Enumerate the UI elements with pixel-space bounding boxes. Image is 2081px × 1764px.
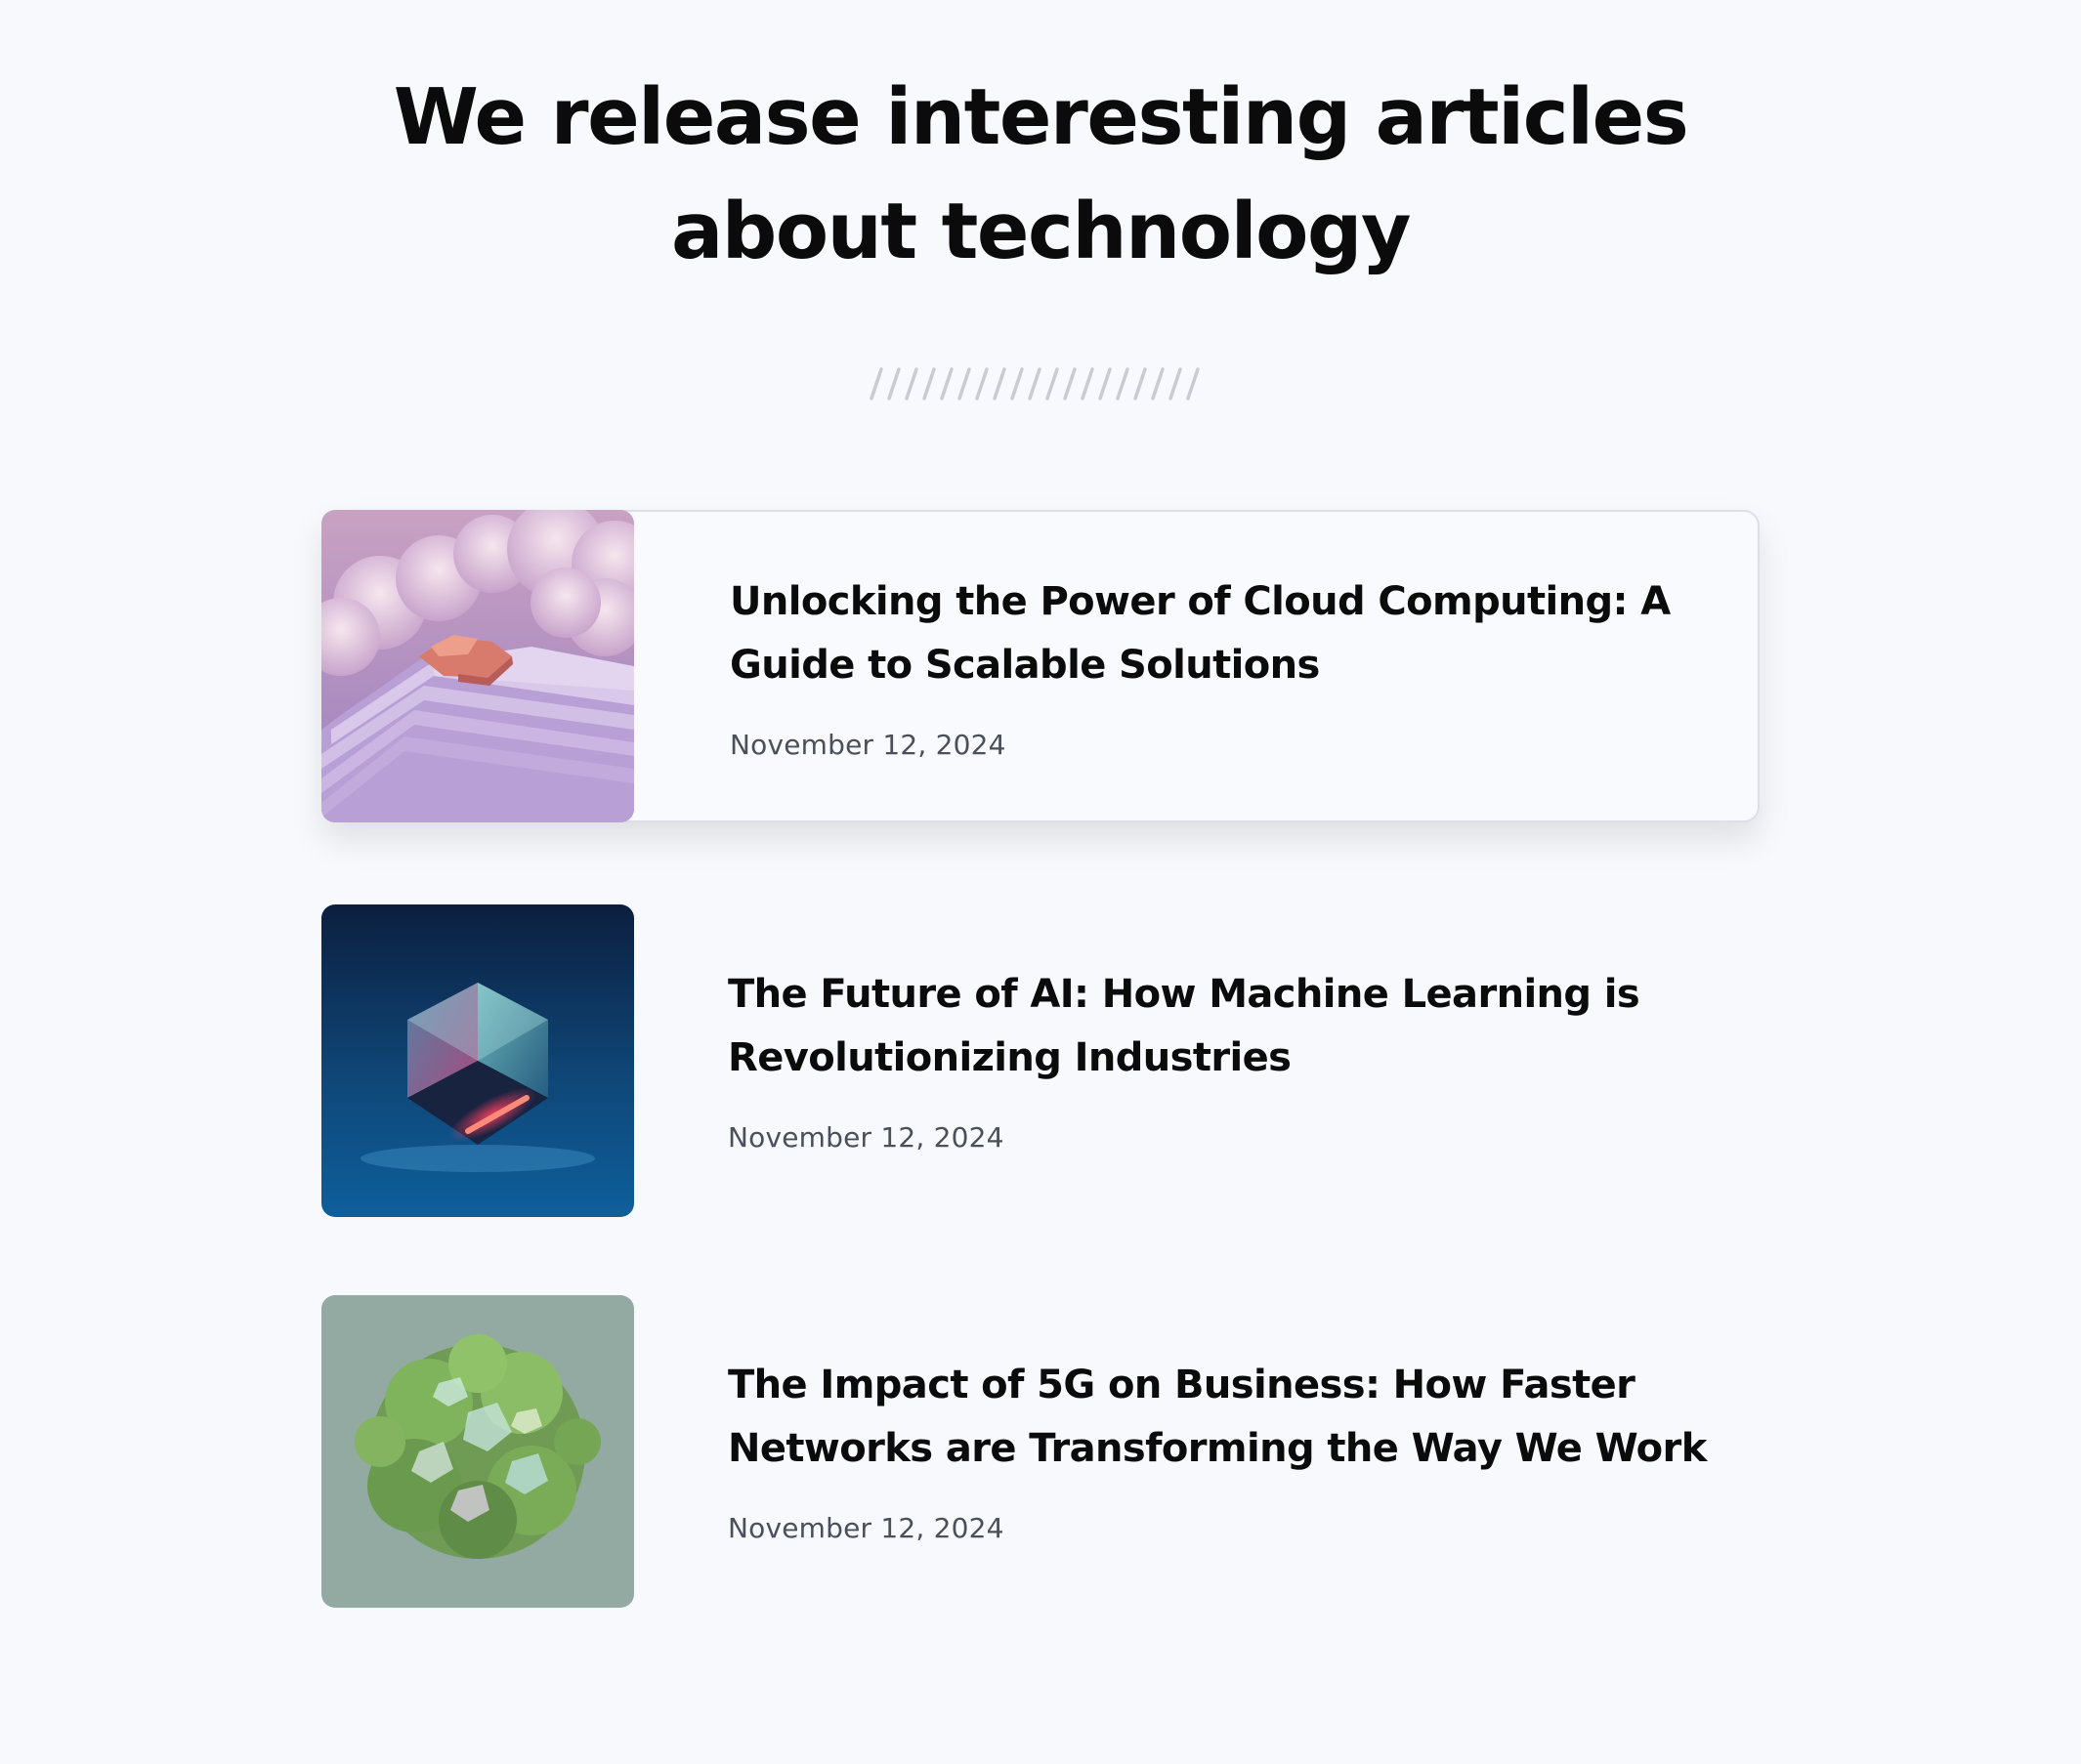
article-date: November 12, 2024 xyxy=(730,729,1006,761)
hatched-divider xyxy=(870,367,1200,400)
article-thumbnail-5g[interactable] xyxy=(321,1295,634,1608)
article-date: November 12, 2024 xyxy=(728,1512,1004,1544)
section-heading: We release interesting articles about te… xyxy=(393,72,1689,276)
article-thumbnail-ai[interactable] xyxy=(321,904,634,1217)
article-thumbnail-cloud[interactable] xyxy=(321,510,634,822)
article-card[interactable]: The Impact of 5G on Business: How Faster… xyxy=(321,1295,1760,1608)
article-title[interactable]: Unlocking the Power of Cloud Computing: … xyxy=(730,570,1726,697)
article-card[interactable]: Unlocking the Power of Cloud Computing: … xyxy=(321,510,1760,822)
article-date: November 12, 2024 xyxy=(728,1121,1004,1154)
article-title[interactable]: The Future of AI: How Machine Learning i… xyxy=(728,963,1724,1090)
article-title[interactable]: The Impact of 5G on Business: How Faster… xyxy=(728,1354,1724,1481)
article-card[interactable]: The Future of AI: How Machine Learning i… xyxy=(321,904,1760,1217)
